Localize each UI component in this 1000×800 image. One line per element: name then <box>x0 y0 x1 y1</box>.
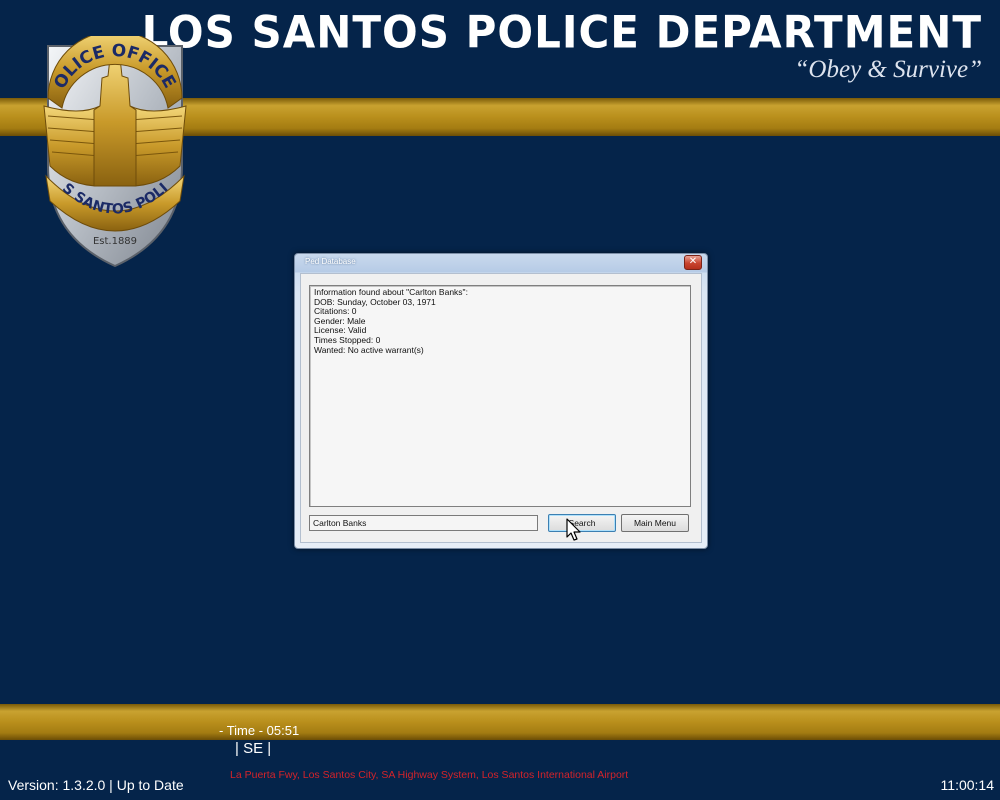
window-client-area: Information found about "Carlton Banks":… <box>300 273 702 543</box>
version-status: Version: 1.3.2.0 | Up to Date <box>8 777 184 793</box>
close-button[interactable]: ✕ <box>684 255 702 270</box>
game-time: - Time - 05:51 <box>219 723 300 738</box>
name-search-input[interactable]: Carlton Banks <box>309 515 538 531</box>
result-line: Citations: 0 <box>314 306 357 317</box>
main-menu-button[interactable]: Main Menu <box>621 514 689 532</box>
compass-heading: | SE | <box>235 740 272 757</box>
mouse-cursor-icon <box>566 518 581 541</box>
search-button[interactable]: Search <box>548 514 616 532</box>
badge-est-text: Est.1889 <box>93 236 137 247</box>
system-clock: 11:00:14 <box>940 777 994 793</box>
location-text: La Puerta Fwy, Los Santos City, SA Highw… <box>230 769 629 781</box>
department-title: LOS SANTOS POLICE DEPARTMENT <box>141 6 982 59</box>
department-motto: “Obey & Survive” <box>794 56 982 83</box>
window-title: Ped Database <box>305 257 356 266</box>
result-line: DOB: Sunday, October 03, 1971 <box>314 296 436 307</box>
results-textbox[interactable]: Information found about "Carlton Banks":… <box>309 285 691 507</box>
police-badge-logo: POLICE OFFICER LOS SANTOS POLICE Est.188… <box>40 36 187 268</box>
result-line: Gender: Male <box>314 315 366 326</box>
result-line: Wanted: No active warrant(s) <box>314 344 424 355</box>
ped-database-window: Ped Database ✕ Information found about "… <box>294 253 708 549</box>
gold-stripe-bottom <box>0 704 1000 740</box>
lspd-screen: LOS SANTOS POLICE DEPARTMENT “Obey & Sur… <box>0 0 1000 800</box>
